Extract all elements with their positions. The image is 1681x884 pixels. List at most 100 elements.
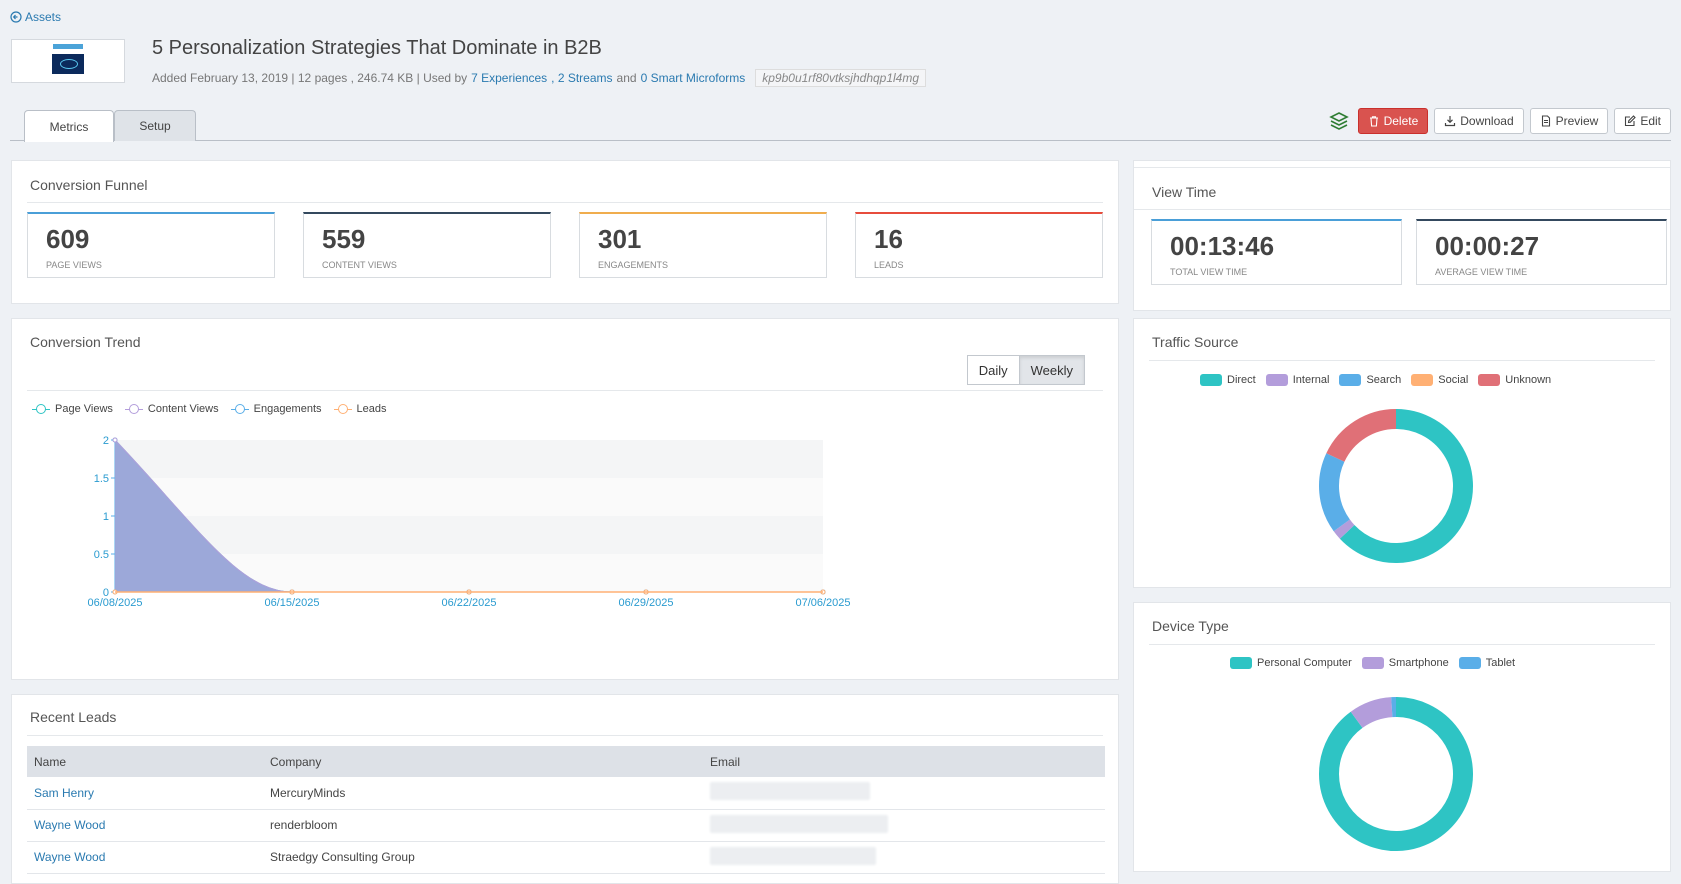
- donut-slice: [1357, 707, 1392, 720]
- legend-item[interactable]: Unknown: [1478, 374, 1551, 386]
- period-toggle: Daily Weekly: [967, 355, 1085, 385]
- meta-and: and: [617, 71, 637, 85]
- plot-band: [115, 516, 823, 554]
- legend-item[interactable]: Engagements: [231, 403, 322, 415]
- plot-band: [115, 440, 823, 478]
- trash-icon: [1368, 115, 1380, 127]
- page-title: 5 Personalization Strategies That Domina…: [152, 37, 602, 60]
- table-row: Wayne Wood renderbloom: [27, 809, 1105, 841]
- panel-title: Traffic Source: [1152, 334, 1238, 350]
- column-header-company[interactable]: Company: [263, 746, 703, 777]
- daily-button[interactable]: Daily: [967, 355, 1020, 385]
- legend-item[interactable]: Leads: [334, 403, 387, 415]
- stat-value: 00:13:46: [1170, 231, 1274, 262]
- back-label: Assets: [25, 10, 61, 24]
- lead-email-redacted: [703, 841, 1105, 873]
- data-point: [113, 438, 117, 442]
- lead-company: Straedgy Consulting Group: [263, 841, 703, 873]
- legend-item[interactable]: Content Views: [125, 403, 219, 415]
- download-label: Download: [1460, 114, 1513, 128]
- traffic-source-chart: [1306, 396, 1486, 576]
- y-tick-label: 1: [103, 511, 109, 523]
- legend-label: Personal Computer: [1257, 657, 1352, 669]
- column-header-email[interactable]: Email: [703, 746, 1105, 777]
- legend-label: Internal: [1293, 374, 1330, 386]
- asset-meta: Added February 13, 2019 | 12 pages , 246…: [152, 69, 926, 87]
- legend-item[interactable]: Tablet: [1459, 657, 1515, 669]
- legend-item[interactable]: Internal: [1266, 374, 1330, 386]
- stat-value: 609: [46, 224, 89, 255]
- lead-company: MercuryMinds: [263, 777, 703, 809]
- tab-setup[interactable]: Setup: [114, 110, 196, 141]
- legend-item[interactable]: Page Views: [32, 403, 113, 415]
- legend-item[interactable]: Direct: [1200, 374, 1256, 386]
- device-type-panel: Device Type Personal Computer Smartphone…: [1133, 602, 1671, 872]
- engagements-stat: 301 Engagements: [579, 212, 827, 278]
- tab-metrics[interactable]: Metrics: [24, 110, 114, 142]
- meta-text: Added February 13, 2019 | 12 pages , 246…: [152, 71, 467, 85]
- panel-title: Device Type: [1152, 618, 1229, 634]
- delete-button[interactable]: Delete: [1358, 108, 1429, 134]
- lead-email-redacted: [703, 777, 1105, 809]
- donut-slice: [1347, 419, 1463, 553]
- panel-title: View Time: [1152, 184, 1216, 200]
- back-to-assets-link[interactable]: Assets: [10, 10, 61, 24]
- traffic-legend: Direct Internal Search Social Unknown: [1200, 374, 1551, 386]
- column-header-name[interactable]: Name: [27, 746, 263, 777]
- layers-icon[interactable]: [1328, 110, 1350, 132]
- stat-label: Leads: [874, 260, 904, 270]
- y-tick-label: 1.5: [94, 473, 109, 485]
- x-tick-label: 06/29/2025: [618, 597, 673, 609]
- delete-label: Delete: [1384, 114, 1419, 128]
- legend-item[interactable]: Social: [1411, 374, 1468, 386]
- streams-link[interactable]: , 2 Streams: [551, 71, 612, 85]
- leads-table: Name Company Email Sam Henry MercuryMind…: [27, 746, 1105, 874]
- lead-name-link[interactable]: Wayne Wood: [34, 850, 105, 864]
- x-tick-label: 07/06/2025: [795, 597, 850, 609]
- stat-value: 16: [874, 224, 903, 255]
- device-type-chart: [1306, 684, 1486, 864]
- average-view-time-stat: 00:00:27 Average View Time: [1416, 219, 1667, 285]
- legend-item[interactable]: Smartphone: [1362, 657, 1449, 669]
- experiences-link[interactable]: 7 Experiences: [471, 71, 547, 85]
- preview-button[interactable]: Preview: [1530, 108, 1609, 134]
- microforms-link[interactable]: 0 Smart Microforms: [641, 71, 746, 85]
- lead-company: renderbloom: [263, 809, 703, 841]
- x-tick-label: 06/08/2025: [87, 597, 142, 609]
- edit-label: Edit: [1640, 114, 1661, 128]
- weekly-button[interactable]: Weekly: [1020, 355, 1085, 385]
- table-row: Sam Henry MercuryMinds: [27, 777, 1105, 809]
- lead-name-link[interactable]: Sam Henry: [34, 786, 94, 800]
- asset-actions: Delete Download Preview Edit: [1328, 108, 1671, 134]
- tab-divider: [10, 140, 1671, 141]
- x-tick-label: 06/22/2025: [441, 597, 496, 609]
- stat-value: 559: [322, 224, 365, 255]
- legend-label: Engagements: [254, 403, 322, 415]
- legend-item[interactable]: Search: [1339, 374, 1401, 386]
- panel-title: Conversion Funnel: [30, 177, 148, 193]
- trend-legend: Page Views Content Views Engagements Lea…: [32, 403, 387, 415]
- edit-button[interactable]: Edit: [1614, 108, 1671, 134]
- download-button[interactable]: Download: [1434, 108, 1523, 134]
- circle-arrow-left-icon: [10, 11, 22, 23]
- legend-item[interactable]: Personal Computer: [1230, 657, 1352, 669]
- view-time-panel: View Time 00:13:46 Total View Time 00:00…: [1133, 160, 1671, 311]
- plot-band: [115, 478, 823, 516]
- table-row: Wayne Wood Straedgy Consulting Group: [27, 841, 1105, 873]
- legend-label: Search: [1366, 374, 1401, 386]
- lead-email-redacted: [703, 809, 1105, 841]
- lead-name-link[interactable]: Wayne Wood: [34, 818, 105, 832]
- leads-stat: 16 Leads: [855, 212, 1103, 278]
- file-icon: [1540, 115, 1552, 127]
- device-legend: Personal Computer Smartphone Tablet: [1230, 657, 1515, 669]
- donut-slice: [1342, 525, 1347, 531]
- donut-slice: [1329, 457, 1342, 525]
- legend-label: Unknown: [1505, 374, 1551, 386]
- stat-value: 00:00:27: [1435, 231, 1539, 262]
- donut-slice: [1329, 707, 1463, 841]
- content-views-stat: 559 Content Views: [303, 212, 551, 278]
- stat-label: Content Views: [322, 260, 397, 270]
- edit-icon: [1624, 115, 1636, 127]
- traffic-source-panel: Traffic Source Direct Internal Search So…: [1133, 318, 1671, 588]
- stat-label: Average View Time: [1435, 267, 1527, 277]
